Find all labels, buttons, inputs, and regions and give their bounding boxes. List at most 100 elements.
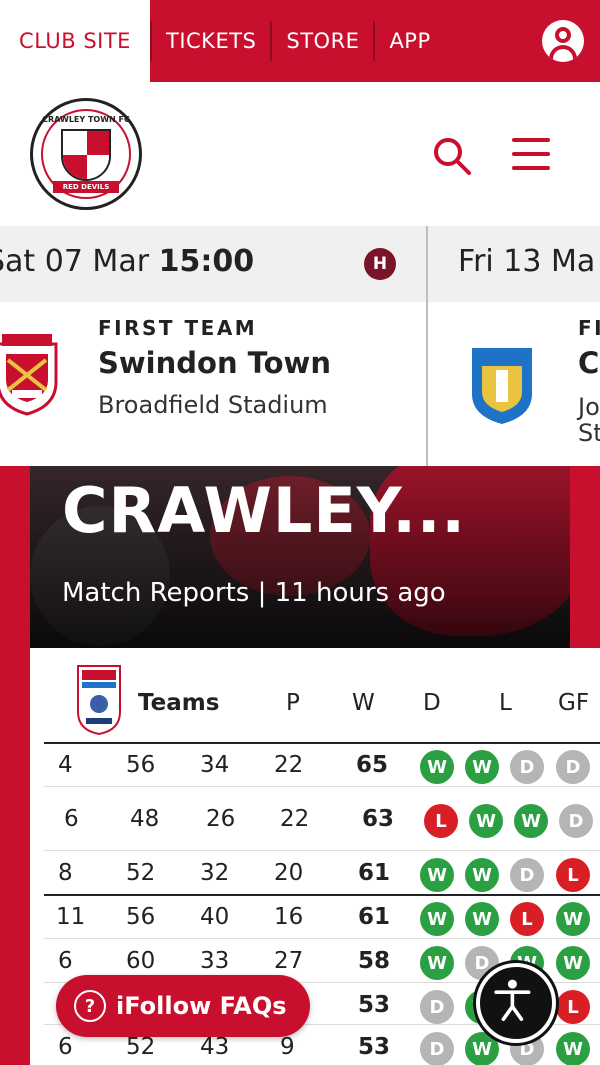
table-cell: 11 — [56, 904, 86, 930]
table-cell: 32 — [200, 860, 230, 886]
table-cell: 34 — [200, 752, 230, 778]
top-nav-links: TICKETS STORE APP — [150, 0, 600, 82]
tickets-link[interactable]: TICKETS — [152, 29, 270, 53]
divider — [373, 21, 376, 61]
form-pill: D — [510, 858, 544, 892]
news-title[interactable]: CRAWLEY... — [62, 474, 466, 547]
col-header-d: D — [423, 690, 441, 716]
col-header-teams: Teams — [138, 690, 220, 716]
club-site-link[interactable]: CLUB SITE — [0, 0, 150, 82]
user-icon[interactable] — [542, 20, 584, 62]
crest-text: CRAWLEY TOWN FC — [42, 115, 130, 124]
table-cell: 8 — [58, 860, 73, 886]
fixture-opponent[interactable]: C — [578, 346, 599, 380]
points-cell: 65 — [356, 752, 389, 778]
points-cell: 53 — [358, 1034, 391, 1060]
table-cell: 6 — [58, 948, 73, 974]
divider — [270, 21, 273, 61]
divider — [44, 938, 600, 939]
form-pill: D — [556, 750, 590, 784]
form-pill: W — [465, 858, 499, 892]
table-cell: 26 — [206, 806, 236, 832]
fixture-date-bar: Sat 07 Mar 15:00 H — [0, 226, 426, 302]
table-cell: 16 — [274, 904, 304, 930]
home-badge: H — [364, 248, 396, 280]
store-link[interactable]: STORE — [272, 29, 373, 53]
site-header: CRAWLEY TOWN FC RED DEVILS — [0, 82, 600, 226]
col-header-gf: GF — [558, 690, 590, 716]
table-cell: 27 — [274, 948, 304, 974]
table-cell: 56 — [126, 904, 156, 930]
ifollow-faqs-button[interactable]: ? iFollow FAQs — [56, 975, 310, 1037]
points-cell: 61 — [358, 904, 391, 930]
points-cell: 63 — [362, 806, 395, 832]
table-cell: 33 — [200, 948, 230, 974]
swindon-town-crest — [0, 334, 58, 416]
table-cell: 6 — [58, 1034, 73, 1060]
form-pill: W — [514, 804, 548, 838]
divider — [44, 850, 600, 851]
crest-shield — [61, 129, 111, 181]
form-pill: W — [556, 1032, 590, 1065]
sky-bet-league-two-logo — [77, 665, 121, 736]
fixture-opponent[interactable]: Swindon Town — [98, 346, 331, 380]
app-link[interactable]: APP — [375, 29, 444, 53]
table-cell: 6 — [64, 806, 79, 832]
top-nav: CLUB SITE TICKETS STORE APP — [0, 0, 600, 82]
table-cell: 9 — [280, 1034, 295, 1060]
col-header-w: W — [352, 690, 375, 716]
table-cell: 52 — [126, 1034, 156, 1060]
form-pill: L — [424, 804, 458, 838]
form-pill: W — [420, 858, 454, 892]
table-cell: 48 — [130, 806, 160, 832]
table-cell: 40 — [200, 904, 230, 930]
form-pill: L — [556, 858, 590, 892]
points-cell: 53 — [358, 992, 391, 1018]
question-icon: ? — [74, 990, 106, 1022]
divider — [44, 894, 600, 896]
colchester-united-crest — [472, 348, 532, 424]
form-pill: W — [420, 750, 454, 784]
fixture-date: Fri 13 Ma — [458, 244, 596, 279]
form-pill: D — [420, 1032, 454, 1065]
table-cell: 56 — [126, 752, 156, 778]
fixtures-carousel[interactable]: Sat 07 Mar 15:00 H Fri 13 Ma FIRST TEAM … — [0, 226, 600, 466]
divider — [150, 21, 152, 61]
search-icon[interactable] — [432, 136, 472, 176]
news-hero-card[interactable]: CRAWLEY... Match Reports | 11 hours ago — [30, 466, 570, 648]
table-cell: 4 — [58, 752, 73, 778]
form-pill: D — [510, 750, 544, 784]
table-cell: 52 — [126, 860, 156, 886]
menu-icon[interactable] — [512, 136, 550, 172]
form-pill: L — [556, 990, 590, 1024]
table-cell: 22 — [280, 806, 310, 832]
form-pill: W — [465, 902, 499, 936]
divider — [44, 742, 600, 744]
points-cell: 58 — [358, 948, 391, 974]
fixture-date-bar: Fri 13 Ma — [428, 226, 600, 302]
col-header-p: P — [286, 690, 300, 716]
club-crest-logo[interactable]: CRAWLEY TOWN FC RED DEVILS — [30, 98, 142, 210]
form-pill: W — [420, 902, 454, 936]
fixture-team-label: FI — [578, 316, 600, 340]
fixture-team-label: FIRST TEAM — [98, 316, 258, 340]
faq-label: iFollow FAQs — [116, 992, 287, 1020]
crest-banner: RED DEVILS — [53, 181, 119, 193]
form-pill: W — [556, 902, 590, 936]
fixture-venue: Jo St — [578, 393, 600, 448]
fixture-venue: Broadfield Stadium — [98, 391, 328, 419]
form-pill: D — [559, 804, 593, 838]
form-pill: W — [469, 804, 503, 838]
form-pill: W — [556, 946, 590, 980]
news-meta: Match Reports | 11 hours ago — [62, 578, 446, 608]
points-cell: 61 — [358, 860, 391, 886]
col-header-l: L — [499, 690, 512, 716]
table-cell: 43 — [200, 1034, 230, 1060]
fixture-date: Sat 07 Mar 15:00 — [0, 244, 255, 279]
table-cell: 60 — [126, 948, 156, 974]
form-pill: W — [465, 750, 499, 784]
divider — [44, 786, 600, 787]
table-cell: 22 — [274, 752, 304, 778]
accessibility-icon[interactable] — [476, 963, 556, 1043]
table-cell: 20 — [274, 860, 304, 886]
